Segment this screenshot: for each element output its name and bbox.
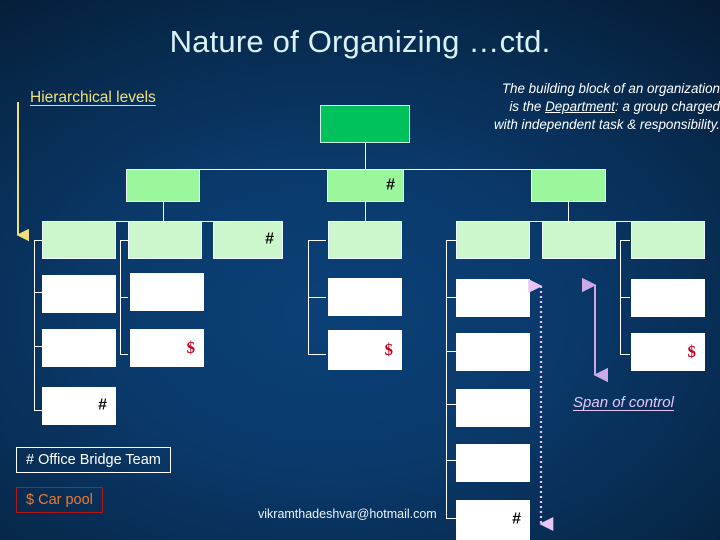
stub-right-col1-c bbox=[446, 351, 456, 352]
org-node-left-c2-r2[interactable] bbox=[130, 273, 204, 311]
org-node-right-c1-r1[interactable] bbox=[456, 221, 530, 259]
spine-right-col1 bbox=[446, 240, 447, 518]
org-node-left-c1-r1[interactable] bbox=[42, 221, 116, 259]
dollar-marker: $ bbox=[687, 342, 697, 362]
org-node-middle-head[interactable]: # bbox=[327, 169, 404, 202]
org-node-mid-r3[interactable]: $ bbox=[328, 330, 402, 370]
hash-marker: # bbox=[265, 230, 274, 248]
connector-root-down bbox=[365, 143, 366, 169]
hash-marker: # bbox=[98, 396, 107, 414]
org-node-left-c2-r3[interactable]: $ bbox=[130, 329, 204, 367]
stub-right-col1-e bbox=[446, 460, 456, 461]
stub-left-col2-b bbox=[120, 297, 128, 298]
org-node-right-c1-r5[interactable] bbox=[456, 444, 530, 482]
org-node-left-c2-r1[interactable] bbox=[128, 221, 202, 259]
org-node-mid-r2[interactable] bbox=[328, 278, 402, 316]
stub-right-col3-c bbox=[620, 354, 630, 355]
org-node-root[interactable] bbox=[320, 105, 410, 143]
connector-right-head-down bbox=[568, 202, 569, 221]
legend-car-pool: $ Car pool bbox=[16, 487, 103, 513]
stub-mid-a bbox=[308, 240, 326, 241]
org-node-left-c3-r1[interactable]: # bbox=[213, 221, 283, 259]
connector-left-head-down bbox=[163, 202, 164, 221]
hash-marker: # bbox=[512, 510, 521, 528]
author-email: vikramthadeshvar@hotmail.com bbox=[258, 507, 437, 521]
connector-mid-head-down bbox=[365, 202, 366, 221]
dollar-marker: $ bbox=[384, 340, 394, 360]
org-node-left-c1-r3[interactable] bbox=[42, 329, 116, 367]
org-node-right-c3-r2[interactable] bbox=[631, 279, 705, 317]
org-node-right-c1-r6[interactable]: # bbox=[456, 500, 530, 540]
department-keyword: Department bbox=[545, 98, 616, 114]
stub-left-col1-c bbox=[34, 346, 42, 347]
description-line-3: with independent task & responsibility. bbox=[493, 116, 720, 132]
org-node-right-c1-r2[interactable] bbox=[456, 279, 530, 317]
legend-office-bridge-team: # Office Bridge Team bbox=[16, 447, 171, 473]
stub-left-col2-a bbox=[120, 240, 128, 241]
org-node-right-c1-r4[interactable] bbox=[456, 389, 530, 427]
span-of-control-label: Span of control bbox=[573, 394, 674, 411]
spine-left-col1 bbox=[34, 240, 35, 410]
stub-right-col1-b bbox=[446, 297, 456, 298]
org-node-left-c1-r4[interactable]: # bbox=[42, 387, 116, 425]
department-description: The building block of an organization is… bbox=[405, 80, 720, 133]
description-line-1: The building block of an organization bbox=[501, 81, 720, 96]
stub-right-col1-f bbox=[446, 518, 456, 519]
org-node-right-c3-r1[interactable] bbox=[631, 221, 705, 259]
stub-right-col3-a bbox=[620, 240, 630, 241]
org-node-right-head[interactable] bbox=[531, 169, 606, 202]
stub-mid-b bbox=[308, 297, 326, 298]
page-title: Nature of Organizing …ctd. bbox=[169, 24, 551, 59]
org-node-left-c1-r2[interactable] bbox=[42, 275, 116, 313]
stub-left-col1-b bbox=[34, 292, 42, 293]
org-node-mid-r1[interactable] bbox=[328, 221, 402, 259]
hash-marker: # bbox=[386, 176, 395, 194]
slide-canvas: Nature of Organizing …ctd. Hierarchical … bbox=[0, 0, 720, 540]
description-line-2-before: is the bbox=[509, 98, 546, 114]
description-line-2-after: : a group charged bbox=[615, 98, 720, 114]
dollar-marker: $ bbox=[186, 338, 196, 358]
stub-right-col1-d bbox=[446, 404, 456, 405]
org-node-right-c3-r3[interactable]: $ bbox=[631, 333, 705, 371]
hierarchical-levels-label: Hierarchical levels bbox=[30, 89, 156, 106]
stub-right-col3-b bbox=[620, 297, 630, 298]
stub-left-col1-d bbox=[34, 410, 42, 411]
stub-mid-c bbox=[308, 354, 326, 355]
stub-left-col2-c bbox=[120, 354, 128, 355]
org-node-right-c1-r3[interactable] bbox=[456, 333, 530, 371]
stub-right-col1-a bbox=[446, 240, 456, 241]
org-node-right-c2-r1[interactable] bbox=[542, 221, 616, 259]
org-node-left-head[interactable] bbox=[126, 169, 200, 202]
stub-left-col1-a bbox=[34, 240, 42, 241]
